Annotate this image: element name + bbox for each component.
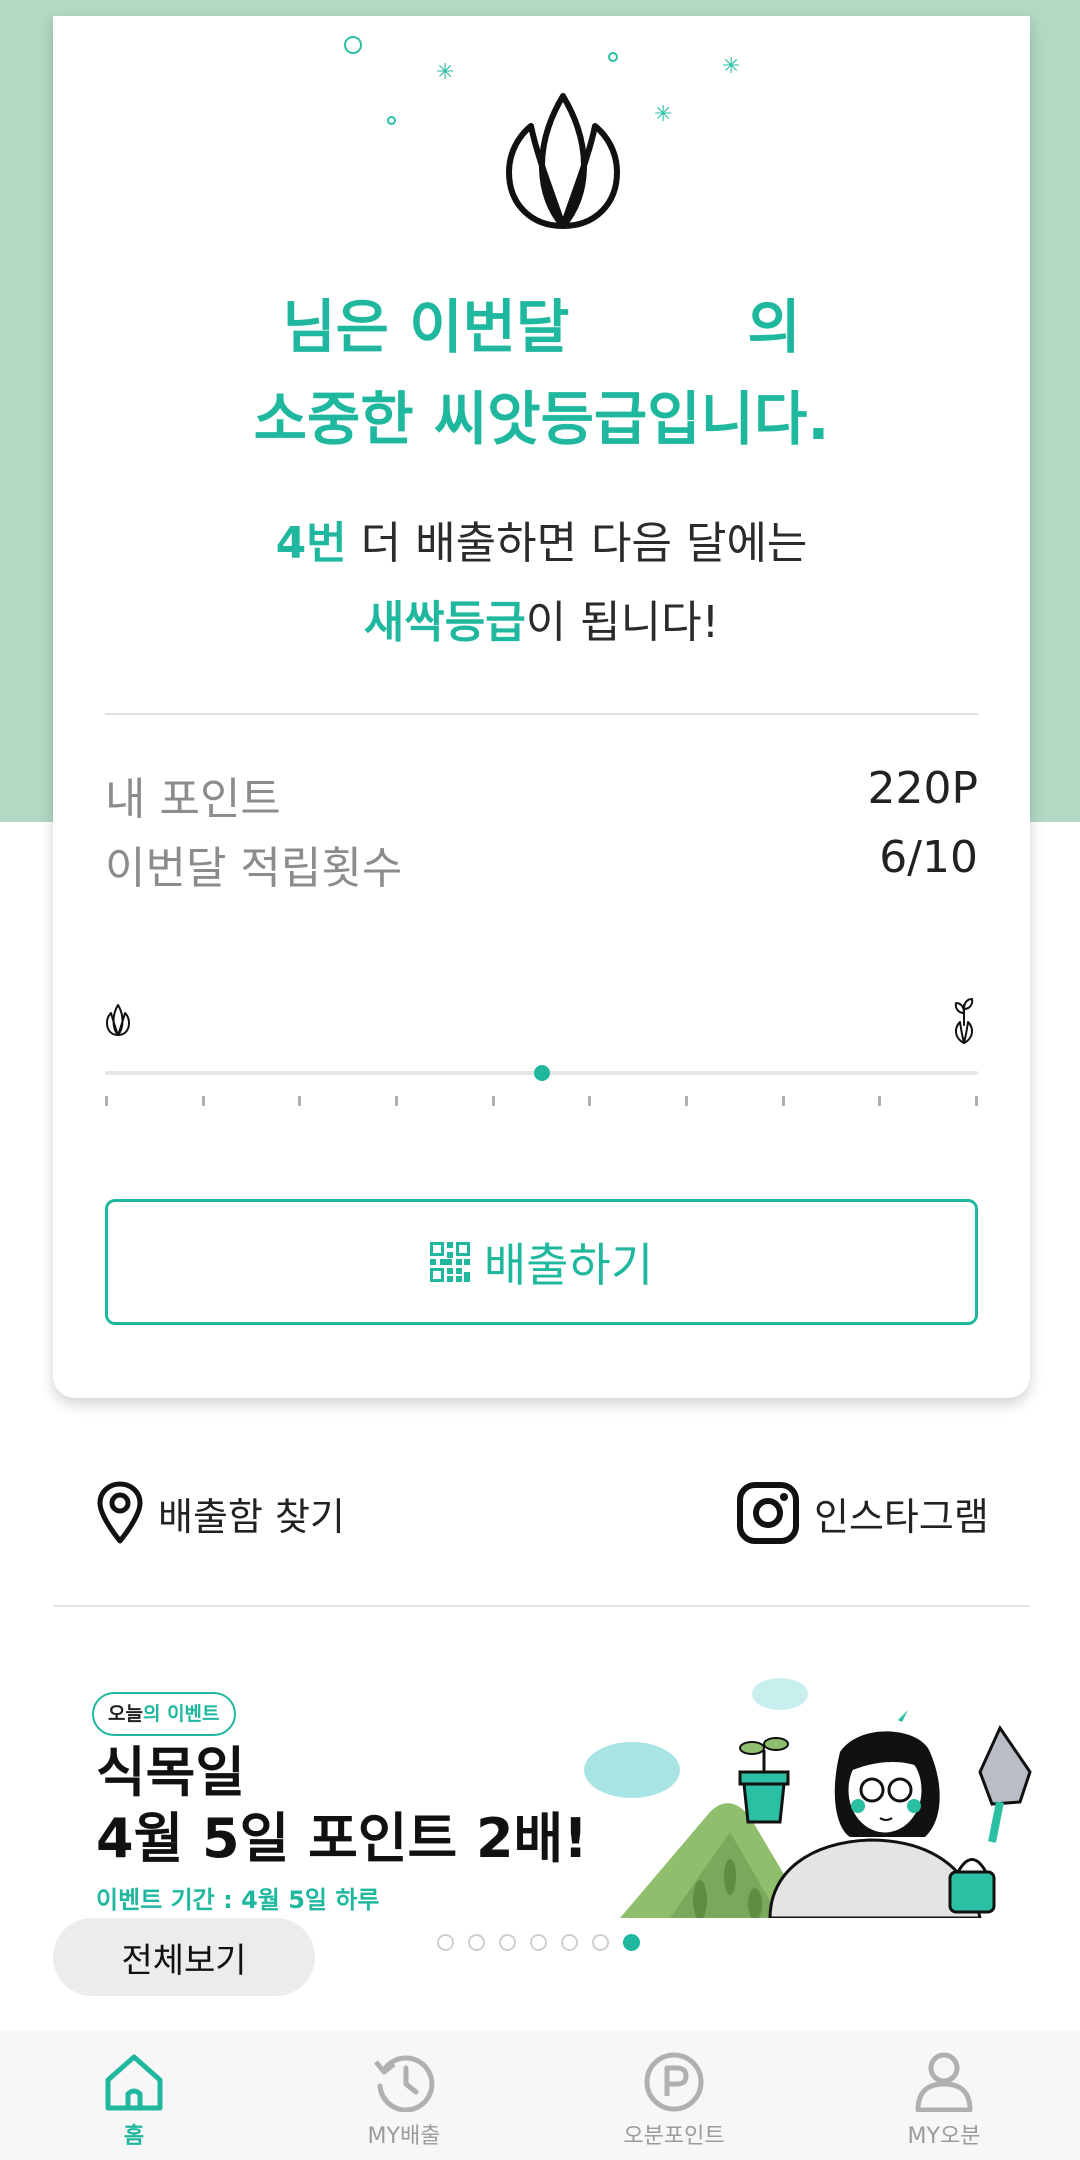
instagram-link[interactable]: 인스타그램 <box>736 1478 989 1548</box>
sparkle-star-icon: ✳ <box>722 54 741 79</box>
sparkle-star-icon: ✳ <box>436 60 455 85</box>
tab-my-discharge-label: MY배출 <box>367 2124 441 2149</box>
sparkle-circle-icon <box>387 116 396 125</box>
discharge-button-label: 배출하기 <box>483 1238 654 1292</box>
tab-points-label: 오분포인트 <box>623 2124 725 2149</box>
instagram-label: 인스타그램 <box>814 1494 989 1539</box>
qr-code-icon <box>429 1242 470 1282</box>
tab-points[interactable]: 오분포인트 <box>574 2030 774 2160</box>
page-dot[interactable] <box>592 1934 609 1951</box>
progress-tick <box>492 1096 495 1106</box>
page-dot[interactable] <box>561 1934 578 1951</box>
grade-progress <box>105 976 978 1116</box>
tab-my-profile[interactable]: MY오분 <box>844 2030 1044 2160</box>
card-divider <box>105 713 978 715</box>
home-icon <box>105 2054 163 2111</box>
progress-tick <box>782 1096 785 1106</box>
points-value: 220P <box>867 763 978 814</box>
monthly-count-label: 이번달 적립횟수 <box>105 843 403 894</box>
progress-tick <box>202 1096 205 1106</box>
message-line2-text: 이 됩니다! <box>525 597 720 648</box>
point-icon <box>644 2052 704 2112</box>
event-title: 식목일 4월 5일 포인트 2배! <box>96 1740 588 1872</box>
sparkle-circle-icon <box>344 36 362 54</box>
page-dot[interactable] <box>530 1934 547 1951</box>
progress-tick <box>298 1096 301 1106</box>
points-row: 내 포인트 220P <box>105 763 978 825</box>
page-dot[interactable] <box>468 1934 485 1951</box>
page-dot[interactable] <box>499 1934 516 1951</box>
remaining-count: 4번 <box>275 518 347 569</box>
next-grade-message-line2: 새싹등급이 됩니다! <box>53 597 1030 650</box>
grade-title-prefix: 님은 이번달 <box>282 293 570 361</box>
seed-grade-icon <box>106 1004 130 1036</box>
gardening-illustration <box>584 1678 1032 1918</box>
grade-title-line1: 님은 이번달 의 <box>53 291 1030 364</box>
grade-title-suffix: 의 <box>747 293 801 361</box>
event-title-line1: 식목일 <box>96 1741 246 1804</box>
sparkle-circle-icon <box>608 52 618 62</box>
tab-home-label: 홈 <box>123 2124 145 2149</box>
person-icon <box>915 2052 973 2112</box>
today-event-badge: 오늘의 이벤트 <box>92 1692 236 1736</box>
page-dot[interactable] <box>623 1934 640 1951</box>
tab-my-profile-label: MY오분 <box>907 2124 981 2149</box>
bottom-tab-bar: 홈 MY배출 오분포인트 MY오분 <box>0 2030 1080 2160</box>
history-icon <box>374 2055 435 2112</box>
view-all-button[interactable]: 전체보기 <box>53 1918 315 1996</box>
next-grade-name: 새싹등급 <box>363 597 526 648</box>
event-title-line2: 4월 5일 포인트 2배! <box>96 1806 588 1870</box>
banner-page-indicator <box>437 1934 640 1954</box>
points-label: 내 포인트 <box>105 774 281 825</box>
tab-my-discharge[interactable]: MY배출 <box>304 2030 504 2160</box>
grade-card: ✳ ✳ ✳ 님은 이번달 의 소중한 씨앗등급입니다. 4번 더 배출하면 다음 … <box>53 16 1030 1398</box>
monthly-count-row: 이번달 적립횟수 6/10 <box>105 832 978 894</box>
progress-marker <box>534 1065 550 1081</box>
sparkle-star-icon: ✳ <box>654 102 673 127</box>
user-name-mask <box>569 305 748 356</box>
next-grade-message-line1: 4번 더 배출하면 다음 달에는 <box>53 518 1030 571</box>
progress-tick <box>588 1096 591 1106</box>
tab-home[interactable]: 홈 <box>34 2030 234 2160</box>
page-dot[interactable] <box>437 1934 454 1951</box>
badge-event: 의 이벤트 <box>142 1703 220 1725</box>
sprout-grade-icon <box>954 998 974 1044</box>
discharge-button[interactable]: 배출하기 <box>105 1199 978 1325</box>
grade-title-line2: 소중한 씨앗등급입니다. <box>253 385 830 453</box>
progress-tick <box>395 1096 398 1106</box>
find-bin-link[interactable]: 배출함 찾기 <box>96 1478 345 1548</box>
find-bin-label: 배출함 찾기 <box>158 1494 345 1539</box>
message-line1-text: 더 배출하면 다음 달에는 <box>346 518 808 569</box>
progress-tick <box>685 1096 688 1106</box>
monthly-count-value: 6/10 <box>879 832 978 883</box>
instagram-icon <box>737 1482 799 1544</box>
progress-tick <box>878 1096 881 1106</box>
badge-today: 오늘 <box>108 1703 143 1725</box>
progress-tick <box>975 1096 978 1106</box>
section-divider <box>53 1605 1030 1607</box>
seed-icon <box>506 93 620 229</box>
progress-tick <box>105 1096 108 1106</box>
location-pin-icon <box>97 1481 143 1544</box>
event-period: 이벤트 기간 : 4월 5일 하루 <box>96 1886 380 1914</box>
